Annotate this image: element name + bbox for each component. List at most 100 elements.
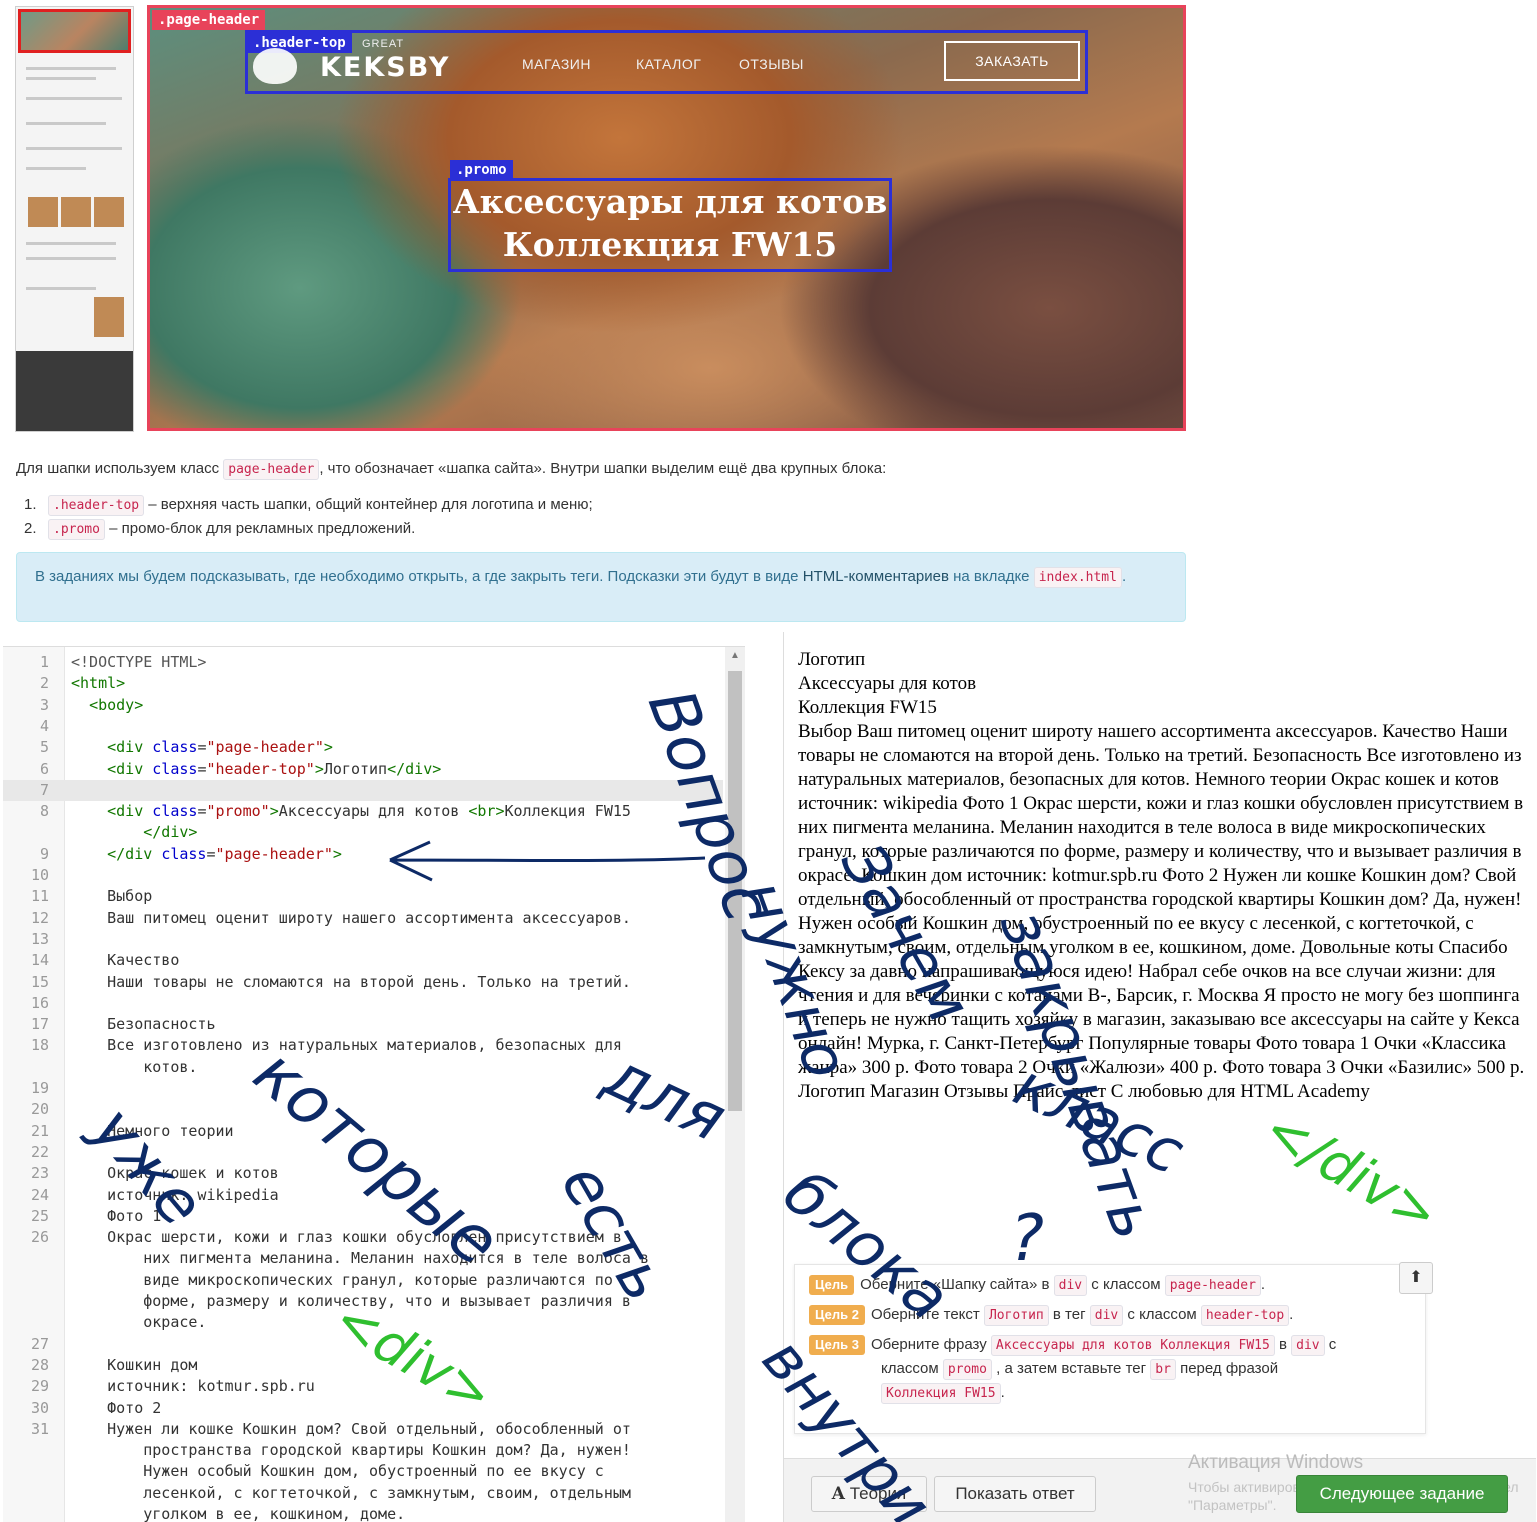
- code-line[interactable]: них пигмента меланина. Меланин находится…: [3, 1248, 723, 1269]
- thumbnail-line: [26, 167, 86, 170]
- code-text[interactable]: Ваш питомец оценит широту нашего ассорти…: [71, 908, 631, 929]
- next-task-button[interactable]: Следующее задание: [1296, 1475, 1508, 1513]
- code-text[interactable]: форме, размеру и количеству, что и вызыв…: [71, 1291, 631, 1312]
- code-line[interactable]: 22: [3, 1142, 723, 1163]
- code-line[interactable]: </div>: [3, 822, 723, 843]
- code-line[interactable]: 18 Все изготовлено из натуральных матери…: [3, 1035, 723, 1056]
- line-number: 27: [30, 1334, 49, 1353]
- code-line[interactable]: 25 Фото 1: [3, 1206, 723, 1227]
- code-text[interactable]: источник: wikipedia: [71, 1185, 279, 1206]
- code-line[interactable]: 21 Немного теории: [3, 1121, 723, 1142]
- theory-button[interactable]: A Теория: [811, 1476, 927, 1512]
- code-text[interactable]: <div class="header-top">Логотип</div>: [71, 759, 441, 780]
- code-line[interactable]: 1 <!DOCTYPE HTML>: [3, 652, 723, 673]
- code-text[interactable]: Безопасность: [71, 1014, 215, 1035]
- code-text[interactable]: лесенкой, с когтеточкой, с замкнутым, св…: [71, 1483, 631, 1504]
- code-text[interactable]: уголком в ее, кошкином, доме.: [71, 1504, 405, 1522]
- code-line[interactable]: 2 <html>: [3, 673, 723, 694]
- code-line[interactable]: 3 <body>: [3, 695, 723, 716]
- page-thumbnail: [15, 6, 134, 432]
- code-text[interactable]: них пигмента меланина. Меланин находится…: [71, 1248, 649, 1269]
- nav-shop: МАГАЗИН: [522, 56, 591, 72]
- code-line[interactable]: 29 источник: kotmur.spb.ru: [3, 1376, 723, 1397]
- goal-text: Оберните «Шапку сайта» в div с классом p…: [860, 1275, 1265, 1296]
- code-line[interactable]: 7: [3, 779, 723, 802]
- thumbnail-line: [26, 97, 122, 100]
- code-line[interactable]: виде микроскопических гранул, которые ра…: [3, 1270, 723, 1291]
- theory-label: Теория: [849, 1484, 907, 1503]
- thumbnail-photo: [94, 297, 124, 337]
- code-line[interactable]: 10: [3, 865, 723, 886]
- code-line[interactable]: 28 Кошкин дом: [3, 1355, 723, 1376]
- code-text[interactable]: Окрас шерсти, кожи и глаз кошки обусловл…: [71, 1227, 622, 1248]
- code-text[interactable]: Нужен особый Кошкин дом, обустроенный по…: [71, 1461, 604, 1482]
- thumbnail-hero: [18, 9, 131, 53]
- code-text[interactable]: </div class="page-header">: [71, 844, 342, 865]
- hint-link[interactable]: HTML-комментариев: [803, 568, 949, 585]
- code-line[interactable]: лесенкой, с когтеточкой, с замкнутым, св…: [3, 1483, 723, 1504]
- code-text[interactable]: Немного теории: [71, 1121, 233, 1142]
- code-text[interactable]: Выбор: [71, 886, 152, 907]
- code-text[interactable]: Фото 2: [71, 1398, 161, 1419]
- code-line[interactable]: котов.: [3, 1057, 723, 1078]
- goal-text: Оберните текст Логотип в тег div с класс…: [871, 1305, 1293, 1326]
- code-line[interactable]: 11 Выбор: [3, 886, 723, 907]
- code-line[interactable]: уголком в ее, кошкином, доме.: [3, 1504, 723, 1522]
- line-number: 29: [30, 1377, 49, 1396]
- intro-text: Для шапки используем класс: [16, 460, 224, 477]
- code-text[interactable]: <div class="page-header">: [71, 737, 333, 758]
- code-line[interactable]: 19: [3, 1078, 723, 1099]
- code-line[interactable]: Нужен особый Кошкин дом, обустроенный по…: [3, 1461, 723, 1482]
- show-answer-button[interactable]: Показать ответ: [934, 1476, 1096, 1512]
- line-number: 15: [30, 972, 49, 991]
- code-line[interactable]: 26 Окрас шерсти, кожи и глаз кошки обусл…: [3, 1227, 723, 1248]
- code-line[interactable]: 31 Нужен ли кошке Кошкин дом? Свой отдел…: [3, 1419, 723, 1440]
- line-number: 13: [30, 929, 49, 948]
- page-header-tag: .page-header: [152, 10, 266, 30]
- code-text[interactable]: <html>: [71, 673, 125, 694]
- code-line[interactable]: 14 Качество: [3, 950, 723, 971]
- code-line[interactable]: пространства городской квартиры Кошкин д…: [3, 1440, 723, 1461]
- line-number: 26: [30, 1228, 49, 1247]
- scroll-up-icon[interactable]: ▲: [728, 650, 742, 664]
- code-text[interactable]: Нужен ли кошке Кошкин дом? Свой отдельны…: [71, 1419, 631, 1440]
- code-text[interactable]: виде микроскопических гранул, которые ра…: [71, 1270, 613, 1291]
- code-text[interactable]: пространства городской квартиры Кошкин д…: [71, 1440, 631, 1461]
- code-line[interactable]: 24 источник: wikipedia: [3, 1185, 723, 1206]
- code-text[interactable]: <div class="promo">Аксессуары для котов …: [71, 801, 631, 822]
- code-line[interactable]: 6 <div class="header-top">Логотип</div>: [3, 759, 723, 780]
- code-text[interactable]: Наши товары не сломаются на второй день.…: [71, 972, 631, 993]
- code-text[interactable]: </div>: [71, 822, 197, 843]
- code-text[interactable]: Все изготовлено из натуральных материало…: [71, 1035, 622, 1056]
- code-text[interactable]: Фото 1: [71, 1206, 161, 1227]
- collapse-up-icon[interactable]: ⬆: [1399, 1262, 1433, 1294]
- code-text[interactable]: котов.: [71, 1057, 197, 1078]
- code-line[interactable]: 8 <div class="promo">Аксессуары для кото…: [3, 801, 723, 822]
- code-text[interactable]: источник: kotmur.spb.ru: [71, 1376, 315, 1397]
- scroll-thumb[interactable]: [728, 671, 742, 1111]
- code-text[interactable]: <!DOCTYPE HTML>: [71, 652, 206, 673]
- code-text[interactable]: Качество: [71, 950, 179, 971]
- code-line[interactable]: 20: [3, 1099, 723, 1120]
- code-editor[interactable]: 1 <!DOCTYPE HTML> 2 <html> 3 <body> 4 5 <div c…: [3, 646, 745, 1522]
- code-line[interactable]: 16: [3, 993, 723, 1014]
- code-line[interactable]: окрасе.: [3, 1312, 723, 1333]
- code-line[interactable]: 5 <div class="page-header">: [3, 737, 723, 758]
- code-line[interactable]: 23 Окрас кошек и котов: [3, 1163, 723, 1184]
- code-line[interactable]: 17 Безопасность: [3, 1014, 723, 1035]
- code-text[interactable]: окрасе.: [71, 1312, 206, 1333]
- code-line[interactable]: 13: [3, 929, 723, 950]
- code-line[interactable]: 15 Наши товары не сломаются на второй де…: [3, 972, 723, 993]
- thumbnail-line: [26, 67, 116, 70]
- code-text[interactable]: Окрас кошек и котов: [71, 1163, 279, 1184]
- code-line[interactable]: 12 Ваш питомец оценит широту нашего ассо…: [3, 908, 723, 929]
- code-line[interactable]: форме, размеру и количеству, что и вызыв…: [3, 1291, 723, 1312]
- line-number: 28: [30, 1355, 49, 1374]
- code-text[interactable]: Кошкин дом: [71, 1355, 197, 1376]
- code-line[interactable]: 27: [3, 1334, 723, 1355]
- code-text[interactable]: <body>: [71, 695, 143, 716]
- editor-scrollbar[interactable]: ▲: [725, 647, 745, 1522]
- code-line[interactable]: 30 Фото 2: [3, 1398, 723, 1419]
- code-line[interactable]: 9 </div class="page-header">: [3, 844, 723, 865]
- code-line[interactable]: 4: [3, 716, 723, 737]
